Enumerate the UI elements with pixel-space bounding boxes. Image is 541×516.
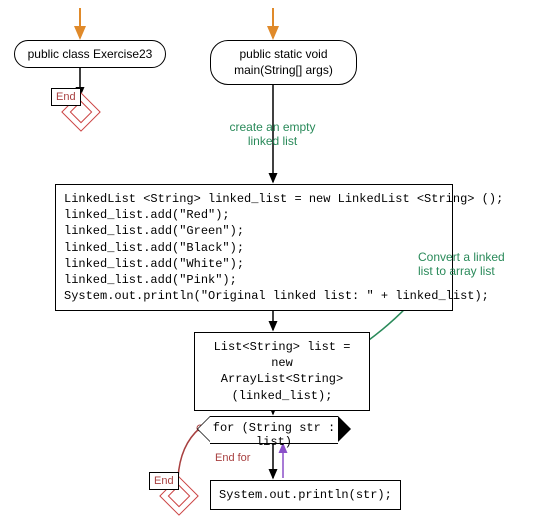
end-for-label: End for: [215, 452, 250, 464]
end-label-2: End: [149, 472, 179, 490]
print-statement-text: System.out.println(str);: [219, 488, 392, 502]
annotation-convert: Convert a linked list to array list: [418, 250, 533, 278]
code-block-init: LinkedList <String> linked_list = new Li…: [55, 184, 453, 311]
end-label-2-text: End: [154, 475, 174, 487]
end-label-1-text: End: [56, 91, 76, 103]
code-block-convert: List<String> list = new ArrayList<String…: [194, 332, 370, 411]
print-statement-node: System.out.println(str);: [210, 480, 401, 510]
annotation-convert-text: Convert a linked list to array list: [418, 250, 505, 278]
end-label-1: End: [51, 88, 81, 106]
main-method-text: public static void main(String[] args): [234, 47, 333, 77]
for-loop-node: for (String str : list): [210, 416, 338, 444]
annotation-create-list: create an empty linked list: [200, 120, 345, 148]
main-method-node: public static void main(String[] args): [210, 40, 357, 85]
code-block-convert-text: List<String> list = new ArrayList<String…: [203, 339, 361, 404]
class-declaration-text: public class Exercise23: [28, 47, 153, 61]
for-loop-text: for (String str : list): [213, 421, 335, 449]
code-block-init-text: LinkedList <String> linked_list = new Li…: [64, 191, 444, 304]
end-for-text: End for: [215, 452, 250, 464]
class-declaration-node: public class Exercise23: [14, 40, 166, 68]
annotation-create-list-text: create an empty linked list: [229, 120, 315, 148]
